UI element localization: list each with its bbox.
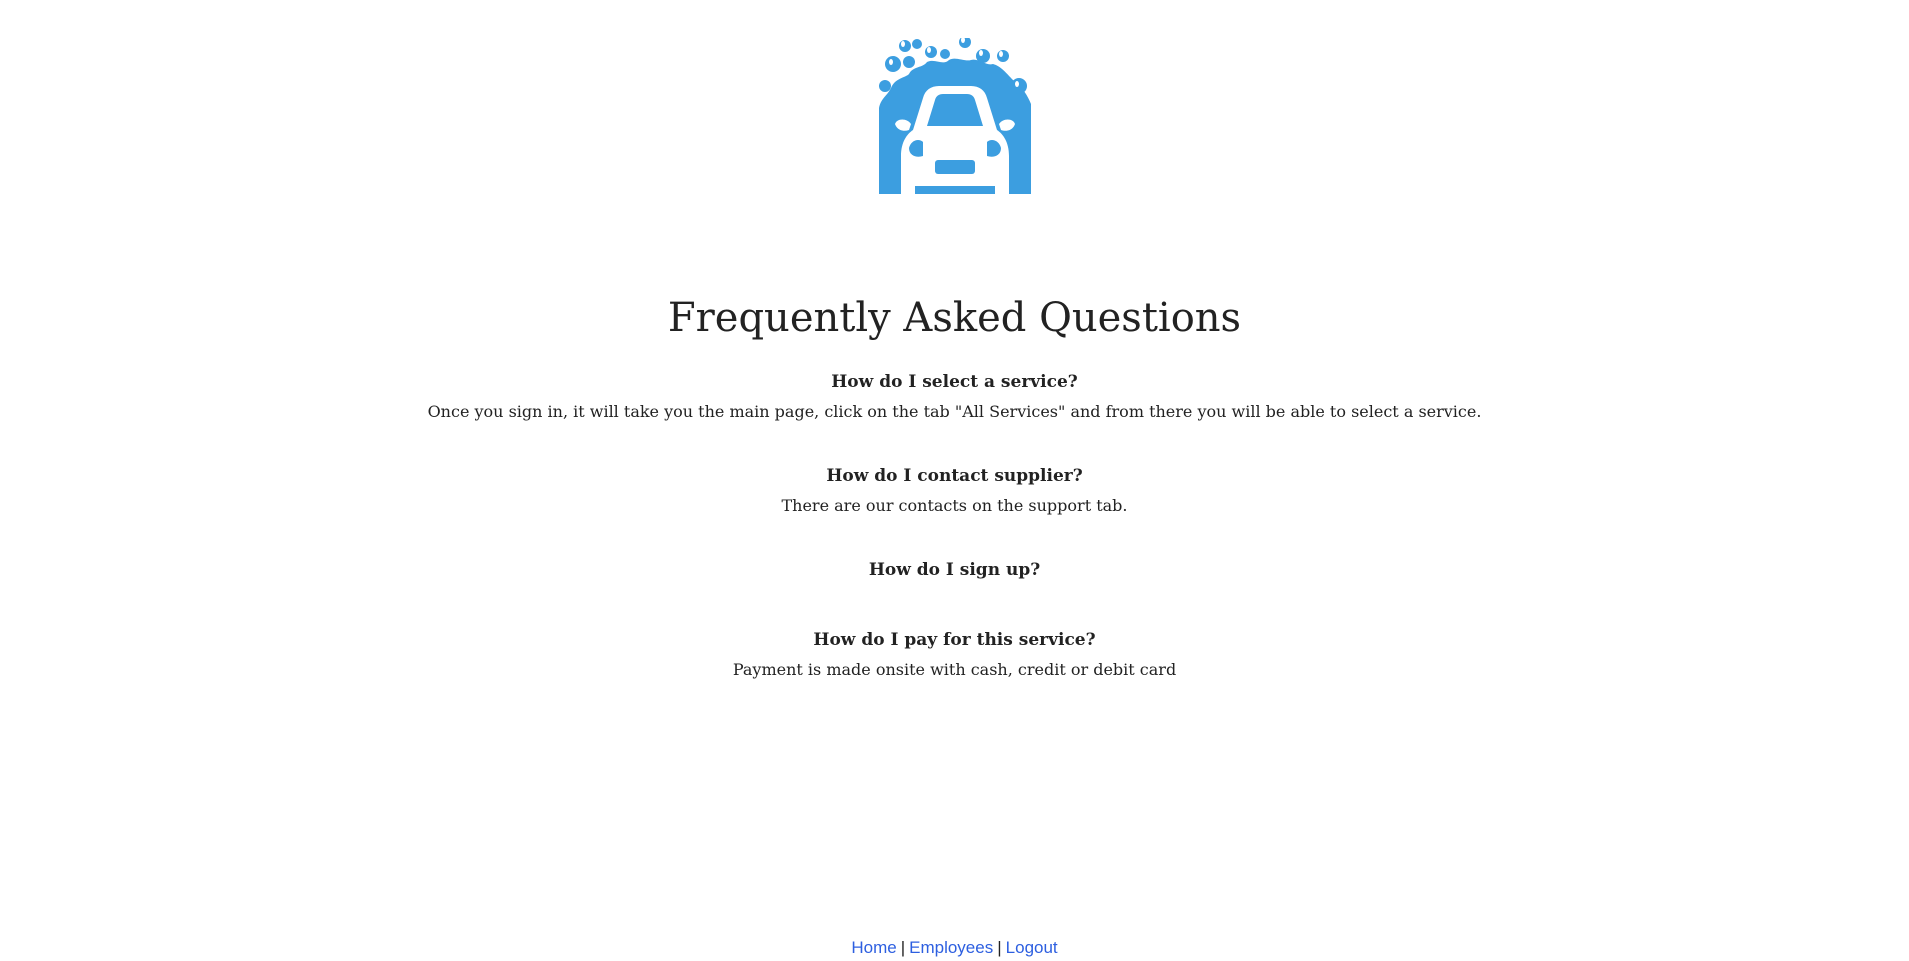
footer-separator: | [900,938,906,957]
page-title: Frequently Asked Questions [667,295,1242,341]
faq-item: How do I select a service? Once you sign… [0,368,1909,462]
faq-question: How do I select a service? [831,372,1078,392]
car-wash-logo-icon [878,38,1031,194]
faq-answer: Payment is made onsite with cash, credit… [732,660,1177,679]
employees-link[interactable]: Employees [909,938,993,957]
faq-question: How do I contact supplier? [826,466,1083,486]
faq-item: How do I sign up? [0,556,1909,626]
faq-main: Frequently Asked Questions How do I sele… [0,290,1909,720]
home-link[interactable]: Home [851,938,896,957]
footer-separator: | [997,938,1002,957]
footer-nav: Home | Employees | Logout [0,935,1909,961]
faq-question: How do I pay for this service? [813,630,1096,650]
logo-container [0,38,1909,194]
logout-link[interactable]: Logout [1006,938,1058,957]
faq-list: How do I select a service? Once you sign… [0,368,1909,720]
faq-item: How do I pay for this service? Payment i… [0,626,1909,720]
faq-answer: There are our contacts on the support ta… [781,496,1128,515]
faq-question: How do I sign up? [868,560,1041,580]
faq-answer: Once you sign in, it will take you the m… [427,402,1482,421]
faq-item: How do I contact supplier? There are our… [0,462,1909,556]
